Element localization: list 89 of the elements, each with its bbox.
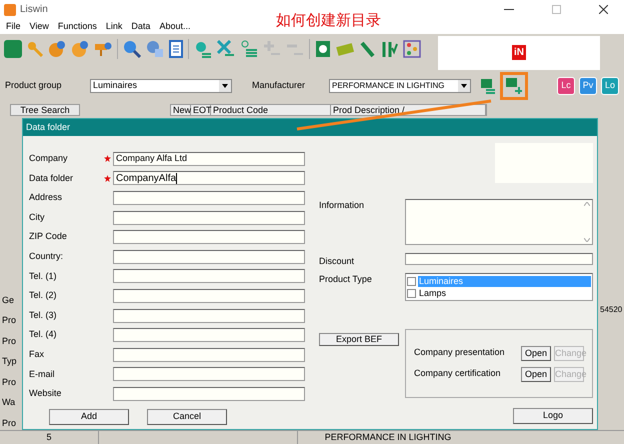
app-icon [4,4,16,16]
folder-add-icon[interactable] [505,76,523,95]
menu-item[interactable]: Link [106,20,122,34]
tab[interactable]: Tree Search [10,104,80,116]
field-label: Discount [319,255,356,268]
text-field[interactable]: CompanyAlfa [113,171,305,186]
window-title: Liswin [20,3,48,18]
text-field[interactable] [113,190,305,205]
field-label: Company certification [414,367,502,380]
globe-icon[interactable] [71,40,89,58]
field-label: Ge [1,294,16,307]
menu-item[interactable]: Functions [58,20,97,34]
field-label: Information [319,199,366,212]
checkbox[interactable] [407,276,416,286]
dropdown[interactable]: Luminaires [90,78,232,93]
discount-field[interactable] [405,253,593,265]
close-icon[interactable] [599,5,608,14]
column-header[interactable]: New [171,104,191,115]
sun-list-icon[interactable] [194,40,212,58]
text-field[interactable] [113,269,305,284]
field-label: City [29,210,46,224]
export-button[interactable]: Export BEF [319,333,399,346]
minimize-icon[interactable] [504,8,514,11]
checkbox[interactable] [407,288,416,298]
text-field[interactable] [113,250,305,264]
field-label: Tel. (2) [29,289,58,302]
annotation-text: 如何创建新目录 [276,11,381,31]
search-icon[interactable] [123,40,141,58]
field-label: Pro [1,376,18,389]
list-item[interactable]: Lamps [418,288,591,298]
menu-item[interactable]: File [6,20,21,34]
field-label: Pro [1,416,18,430]
dropdown[interactable]: PERFORMANCE IN LIGHTING [329,78,471,93]
lamp-icon[interactable] [94,40,112,57]
text-field[interactable] [113,386,305,401]
field-label: Product group [5,78,63,92]
text-field[interactable] [113,328,305,342]
column-header[interactable]: EOT [191,104,211,115]
logo-button[interactable]: Logo [513,408,593,424]
field-label: Wa [1,396,16,410]
maximize-icon[interactable] [552,5,561,14]
field-label: Website [29,387,62,400]
information-field[interactable] [405,199,593,245]
field-label: Manufacturer [252,78,306,92]
field-label: Product Type [319,273,373,286]
field-label: Pro [1,314,18,328]
field-label: Tel. (4) [29,328,58,342]
text-field[interactable]: Company Alfa Ltd [113,152,305,166]
scroll-down-icon[interactable] [584,238,590,242]
text-field[interactable] [113,210,305,225]
menu-item[interactable]: View [30,20,49,34]
text-field[interactable] [113,367,305,382]
field-label: ZIP Code [29,230,68,244]
status-cell-text: PERFORMANCE IN LIGHTING [324,431,452,444]
field-label: Company [29,152,69,166]
menu-item[interactable]: Data [131,20,150,34]
folder-list-icon[interactable] [480,78,496,94]
caret-icon [222,84,228,88]
field-label: E-mail [29,368,56,381]
globe-icon[interactable] [48,40,66,58]
text-field[interactable] [113,230,305,244]
cancel-button[interactable]: Cancel [147,408,227,425]
badge-icon[interactable] [4,40,22,58]
dialog-title: Data folder [26,120,70,134]
scroll-up-icon[interactable] [584,202,590,206]
open-button[interactable]: Open [521,366,551,382]
field-label: Company presentation [414,346,506,360]
caret-icon [461,84,467,88]
field-label: Country: [29,250,64,264]
field-label: Tel. (1) [29,270,58,283]
field-label: Tel. (3) [29,308,58,322]
text-field[interactable] [113,348,305,362]
field-label: Pro [1,334,18,348]
add-button[interactable]: Add [49,408,129,425]
text-field[interactable] [113,308,305,323]
text-field[interactable] [113,288,305,303]
cross-list-icon[interactable] [217,40,235,58]
status-cell-text: 5 [45,431,52,444]
menu-item[interactable]: About... [159,20,190,34]
field-label: Typ [1,355,18,368]
column-header[interactable]: Product Code [211,104,331,115]
field-label: Address [29,191,64,204]
brand-logo: iN [512,45,526,60]
field-label: Fax [29,348,46,361]
field-label: Data folder [29,172,74,185]
view-button[interactable]: Lc [557,76,575,95]
list-icon[interactable] [240,40,258,58]
side-number: 54520 [599,304,624,316]
open-button[interactable]: Open [521,346,551,360]
